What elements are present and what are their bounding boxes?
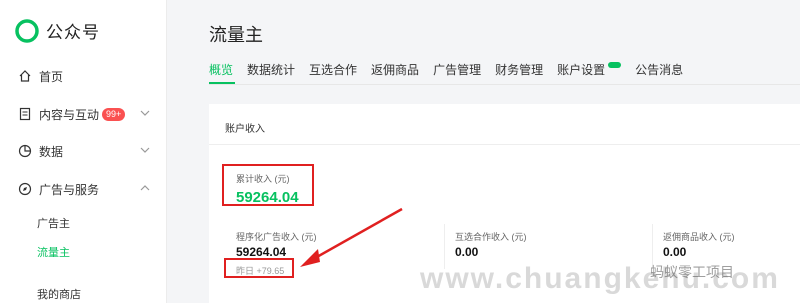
tab-bar: 概览 数据统计 互选合作 返佣商品 广告管理 财务管理 账户设置 公告消息 bbox=[209, 61, 697, 78]
unread-badge: 99+ bbox=[102, 107, 126, 121]
brand-name: 公众号 bbox=[46, 23, 100, 42]
tab-announcements[interactable]: 公告消息 bbox=[635, 61, 683, 78]
sidebar: 公众号 首页 内容与互动 99+ 数据 广告与服务 广告主 流量主 我的商店 bbox=[0, 0, 167, 303]
tab-divider bbox=[209, 84, 800, 85]
divider bbox=[209, 144, 800, 145]
sidebar-item-label: 广告与服务 bbox=[39, 182, 100, 197]
commission-income-value: 0.00 bbox=[663, 245, 687, 259]
chevron-down-icon bbox=[140, 147, 150, 153]
sidebar-item-home[interactable]: 首页 bbox=[18, 66, 148, 86]
pie-chart-icon bbox=[18, 144, 32, 158]
sidebar-item-label: 内容与互动 bbox=[39, 107, 100, 122]
sidebar-item-data[interactable]: 数据 bbox=[18, 141, 150, 161]
sidebar-subitem-my-shop[interactable]: 我的商店 bbox=[37, 286, 81, 302]
tab-data-statistics[interactable]: 数据统计 bbox=[247, 61, 295, 78]
active-tab-indicator bbox=[209, 82, 235, 84]
programmatic-income-label: 程序化广告收入 (元) bbox=[236, 232, 317, 242]
card-title: 账户收入 bbox=[225, 124, 265, 135]
sidebar-item-label: 数据 bbox=[39, 144, 64, 159]
commission-income-label: 返佣商品收入 (元) bbox=[663, 232, 735, 242]
sidebar-item-ads-services[interactable]: 广告与服务 bbox=[18, 179, 150, 199]
tab-account-settings[interactable]: 账户设置 bbox=[557, 61, 622, 78]
tab-mutual-cooperation[interactable]: 互选合作 bbox=[309, 61, 357, 78]
mutual-income-label: 互选合作收入 (元) bbox=[455, 232, 527, 242]
sidebar-subitem-advertiser[interactable]: 广告主 bbox=[37, 215, 70, 231]
document-icon bbox=[19, 107, 31, 121]
sidebar-item-label: 首页 bbox=[39, 69, 64, 84]
wechat-official-logo-icon bbox=[15, 18, 39, 43]
new-dot-icon bbox=[608, 62, 622, 68]
tab-ad-management[interactable]: 广告管理 bbox=[433, 61, 481, 78]
tab-finance[interactable]: 财务管理 bbox=[495, 61, 543, 78]
highlight-box-yesterday bbox=[224, 258, 294, 278]
sidebar-item-content-interaction[interactable]: 内容与互动 99+ bbox=[18, 104, 150, 124]
watermark-cn: 蚂蚁零工项目 bbox=[650, 264, 734, 280]
tab-commission-goods[interactable]: 返佣商品 bbox=[371, 61, 419, 78]
compass-icon bbox=[18, 182, 32, 196]
mutual-income-value: 0.00 bbox=[455, 245, 479, 259]
brand[interactable]: 公众号 bbox=[15, 18, 100, 43]
tab-label: 账户设置 bbox=[557, 63, 606, 77]
sidebar-subitem-publisher[interactable]: 流量主 bbox=[37, 244, 70, 260]
programmatic-income-value: 59264.04 bbox=[236, 245, 287, 259]
chevron-down-icon bbox=[140, 110, 150, 116]
highlight-box-total bbox=[222, 164, 314, 206]
tab-overview[interactable]: 概览 bbox=[209, 61, 233, 78]
chevron-up-icon bbox=[140, 185, 150, 191]
page-title: 流量主 bbox=[209, 25, 263, 45]
home-icon bbox=[19, 70, 31, 82]
